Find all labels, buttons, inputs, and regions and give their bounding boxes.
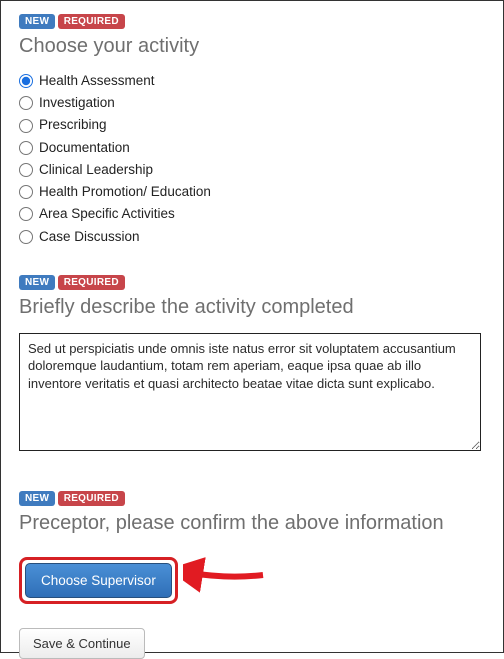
badge-required: REQUIRED (58, 491, 125, 506)
preceptor-heading: Preceptor, please confirm the above info… (19, 512, 485, 535)
activity-radio[interactable] (19, 230, 33, 244)
activity-option-label: Health Assessment (39, 72, 155, 90)
activity-radio[interactable] (19, 96, 33, 110)
badges-describe: NEW REQUIRED (19, 274, 485, 292)
activity-option-label: Health Promotion/ Education (39, 183, 211, 201)
save-continue-button[interactable]: Save & Continue (19, 628, 145, 659)
activity-option[interactable]: Clinical Leadership (19, 161, 485, 179)
describe-textarea[interactable] (19, 333, 481, 451)
activity-radio-group: Health Assessment Investigation Prescribin… (19, 72, 485, 246)
activity-option[interactable]: Area Specific Activities (19, 205, 485, 223)
describe-heading: Briefly describe the activity completed (19, 296, 485, 319)
badge-new: NEW (19, 275, 55, 290)
activity-option-label: Documentation (39, 139, 130, 157)
badge-required: REQUIRED (58, 275, 125, 290)
badges-preceptor: NEW REQUIRED (19, 490, 485, 508)
activity-option[interactable]: Investigation (19, 94, 485, 112)
activity-option[interactable]: Health Assessment (19, 72, 485, 90)
activity-radio[interactable] (19, 163, 33, 177)
activity-option[interactable]: Prescribing (19, 116, 485, 134)
badge-new: NEW (19, 14, 55, 29)
activity-option-label: Area Specific Activities (39, 205, 175, 223)
activity-radio[interactable] (19, 74, 33, 88)
badge-new: NEW (19, 491, 55, 506)
activity-option[interactable]: Documentation (19, 139, 485, 157)
activity-radio[interactable] (19, 207, 33, 221)
form-page: NEW REQUIRED Choose your activity Health… (0, 0, 504, 653)
activity-option-label: Prescribing (39, 116, 107, 134)
activity-radio[interactable] (19, 119, 33, 133)
activity-radio[interactable] (19, 185, 33, 199)
badges-activity: NEW REQUIRED (19, 13, 485, 31)
annotation-arrow-icon (183, 553, 273, 593)
activity-heading: Choose your activity (19, 35, 485, 58)
activity-option-label: Clinical Leadership (39, 161, 153, 179)
footer-actions: Save & Continue (19, 628, 485, 659)
activity-option-label: Investigation (39, 94, 115, 112)
choose-supervisor-button[interactable]: Choose Supervisor (25, 563, 172, 598)
badge-required: REQUIRED (58, 14, 125, 29)
describe-field-wrap (19, 333, 485, 456)
choose-supervisor-highlight: Choose Supervisor (19, 557, 178, 604)
activity-option[interactable]: Health Promotion/ Education (19, 183, 485, 201)
activity-option-label: Case Discussion (39, 228, 140, 246)
activity-option[interactable]: Case Discussion (19, 228, 485, 246)
activity-radio[interactable] (19, 141, 33, 155)
